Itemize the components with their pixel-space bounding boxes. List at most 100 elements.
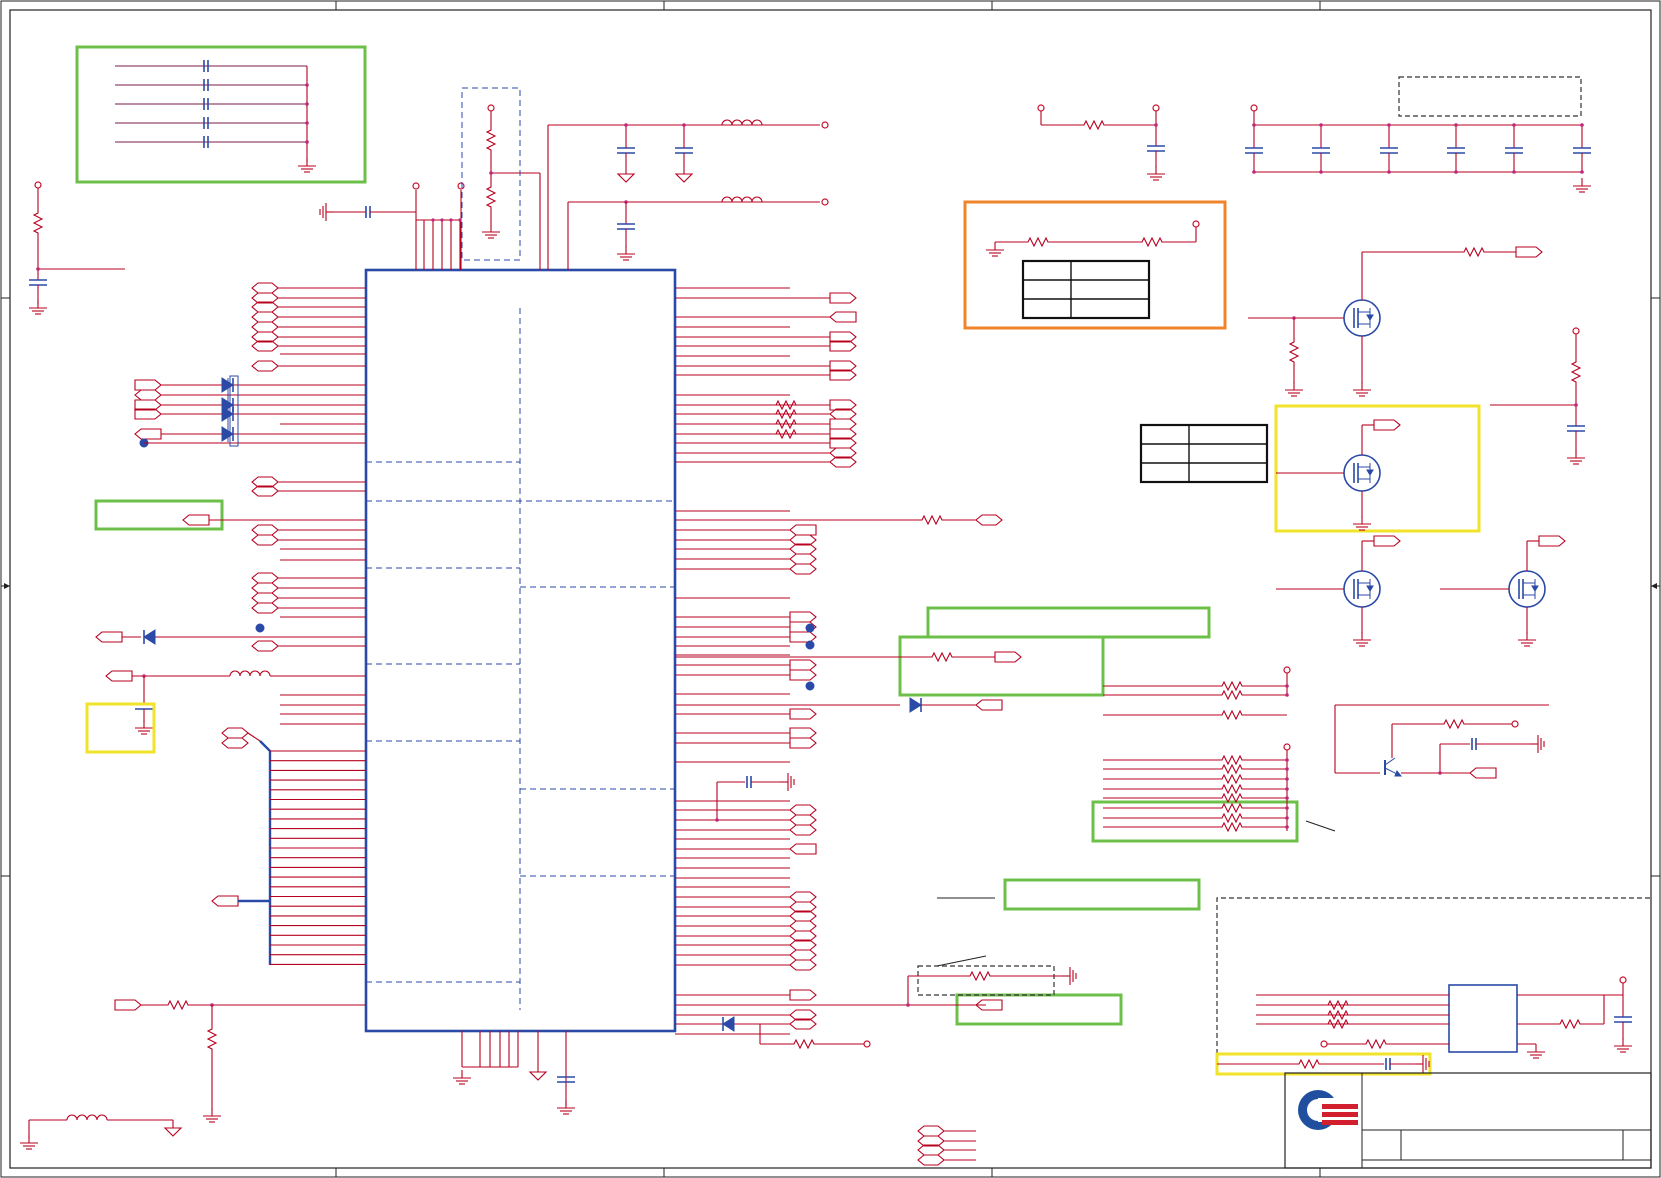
- power-filter-top: [616, 119, 829, 261]
- port-arrow-icon: [251, 592, 279, 604]
- port-arrow-icon: [829, 311, 857, 323]
- port-arrow-icon: [251, 534, 279, 546]
- resistor-icon: [1217, 755, 1249, 765]
- diode-bottom: [675, 1016, 871, 1049]
- port-arrow-icon: [251, 311, 279, 323]
- port-arrow-icon: [251, 640, 279, 652]
- mosfet-q3[interactable]: [1276, 535, 1401, 647]
- port-arrow-icon: [789, 708, 817, 720]
- port-arrow-icon: [789, 959, 817, 971]
- junction: [1512, 123, 1516, 127]
- resistor-icon: [1217, 813, 1249, 823]
- pullup-right: [1490, 327, 1586, 465]
- resistor-icon: [1217, 822, 1249, 832]
- diode-left: [95, 623, 366, 645]
- bypass-cap-top: [319, 182, 465, 222]
- annotation-box-lower-2: [675, 993, 1123, 1026]
- port-arrow-icon: [789, 659, 817, 671]
- port-arrow-icon: [789, 727, 817, 739]
- port-arrow-icon: [789, 824, 817, 836]
- mosfet-q2[interactable]: [1274, 404, 1481, 533]
- capacitor-icon: [1244, 147, 1264, 154]
- mosfet-q4[interactable]: [1440, 535, 1566, 647]
- schematic-sheet: [0, 0, 1661, 1178]
- junction: [1285, 787, 1289, 791]
- optional-resistor: [906, 955, 1077, 1007]
- port-arrow-icon: [789, 804, 817, 816]
- ic-bottom-pins: [452, 1031, 576, 1115]
- junction: [1580, 170, 1584, 174]
- pullup-array-1: [1103, 666, 1291, 720]
- pullup-array-2: [1091, 743, 1336, 843]
- power-filter-bottom-left: [19, 999, 366, 1150]
- port-arrow-icon: [789, 920, 817, 932]
- junction: [1454, 170, 1458, 174]
- diode-mid: [675, 697, 1003, 713]
- ic-right-pins: [675, 287, 857, 1035]
- resistor-icon: [1217, 784, 1249, 794]
- junction: [1512, 170, 1516, 174]
- bypass-cap-mid: [715, 772, 795, 822]
- junction: [1285, 767, 1289, 771]
- capacitor-icon: [1446, 147, 1466, 154]
- bottom-port-cluster: [917, 1125, 976, 1166]
- esd-diode-array: [134, 375, 366, 448]
- resistor-icon: [1217, 774, 1249, 784]
- main-ic-symbol[interactable]: [364, 268, 677, 1033]
- port-arrow-icon: [829, 418, 857, 430]
- capacitor-icon: [1572, 147, 1592, 154]
- port-arrow-icon: [789, 989, 817, 1001]
- junction: [1285, 816, 1289, 820]
- port-arrow-icon: [789, 949, 817, 961]
- capacitor-icon: [1504, 147, 1524, 154]
- junction: [1252, 170, 1256, 174]
- pullup-top-right: [1037, 104, 1166, 181]
- decoupling-cap-group: [75, 45, 367, 184]
- port-arrow-icon: [251, 282, 279, 294]
- series-resistor-array: [771, 400, 803, 439]
- capacitor-icon: [1311, 147, 1331, 154]
- junction: [1285, 825, 1289, 829]
- junction: [1285, 806, 1289, 810]
- port-arrow-icon: [251, 582, 279, 594]
- junction: [1285, 777, 1289, 781]
- npn-driver: [1334, 704, 1549, 779]
- junction: [1387, 170, 1391, 174]
- ic-left-pins: [251, 282, 366, 725]
- config-strap-box: [963, 200, 1227, 330]
- port-arrow-icon: [789, 553, 817, 565]
- capacitor-icon: [1379, 147, 1399, 154]
- drawing-frame: [0, 0, 1661, 1178]
- port-arrow-icon: [251, 572, 279, 584]
- sub-module: [1215, 897, 1651, 1076]
- port-arrow-icon: [789, 669, 817, 681]
- title-block: [1284, 1072, 1652, 1169]
- port-arrow-icon: [789, 891, 817, 903]
- junction: [1285, 796, 1289, 800]
- port-arrow-icon: [789, 631, 817, 643]
- strap-resistors: [461, 87, 521, 261]
- port-arrow-icon: [789, 737, 817, 749]
- junction: [1387, 123, 1391, 127]
- junction: [1319, 170, 1323, 174]
- junction: [1285, 758, 1289, 762]
- port-arrow-icon: [789, 563, 817, 575]
- junction: [1454, 123, 1458, 127]
- port-arrow-icon: [251, 602, 279, 614]
- company-logo: [1298, 1090, 1358, 1130]
- port-arrow-icon: [251, 321, 279, 333]
- mosfet-q1[interactable]: [1248, 246, 1543, 397]
- port-arrow-icon: [789, 611, 817, 623]
- junction: [1252, 123, 1256, 127]
- port-arrow-icon: [251, 360, 279, 372]
- address-bus: [211, 727, 366, 965]
- logic-table: [1139, 423, 1269, 484]
- port-arrow-icon: [251, 524, 279, 536]
- port-arrow-icon: [789, 524, 817, 536]
- annotation-box-left: [94, 499, 366, 531]
- port-arrow-icon: [789, 814, 817, 826]
- annotation-box-mid-1: [926, 606, 1211, 639]
- junction: [1319, 123, 1323, 127]
- reset-rc-network: [28, 181, 125, 315]
- resistor-icon: [1217, 764, 1249, 774]
